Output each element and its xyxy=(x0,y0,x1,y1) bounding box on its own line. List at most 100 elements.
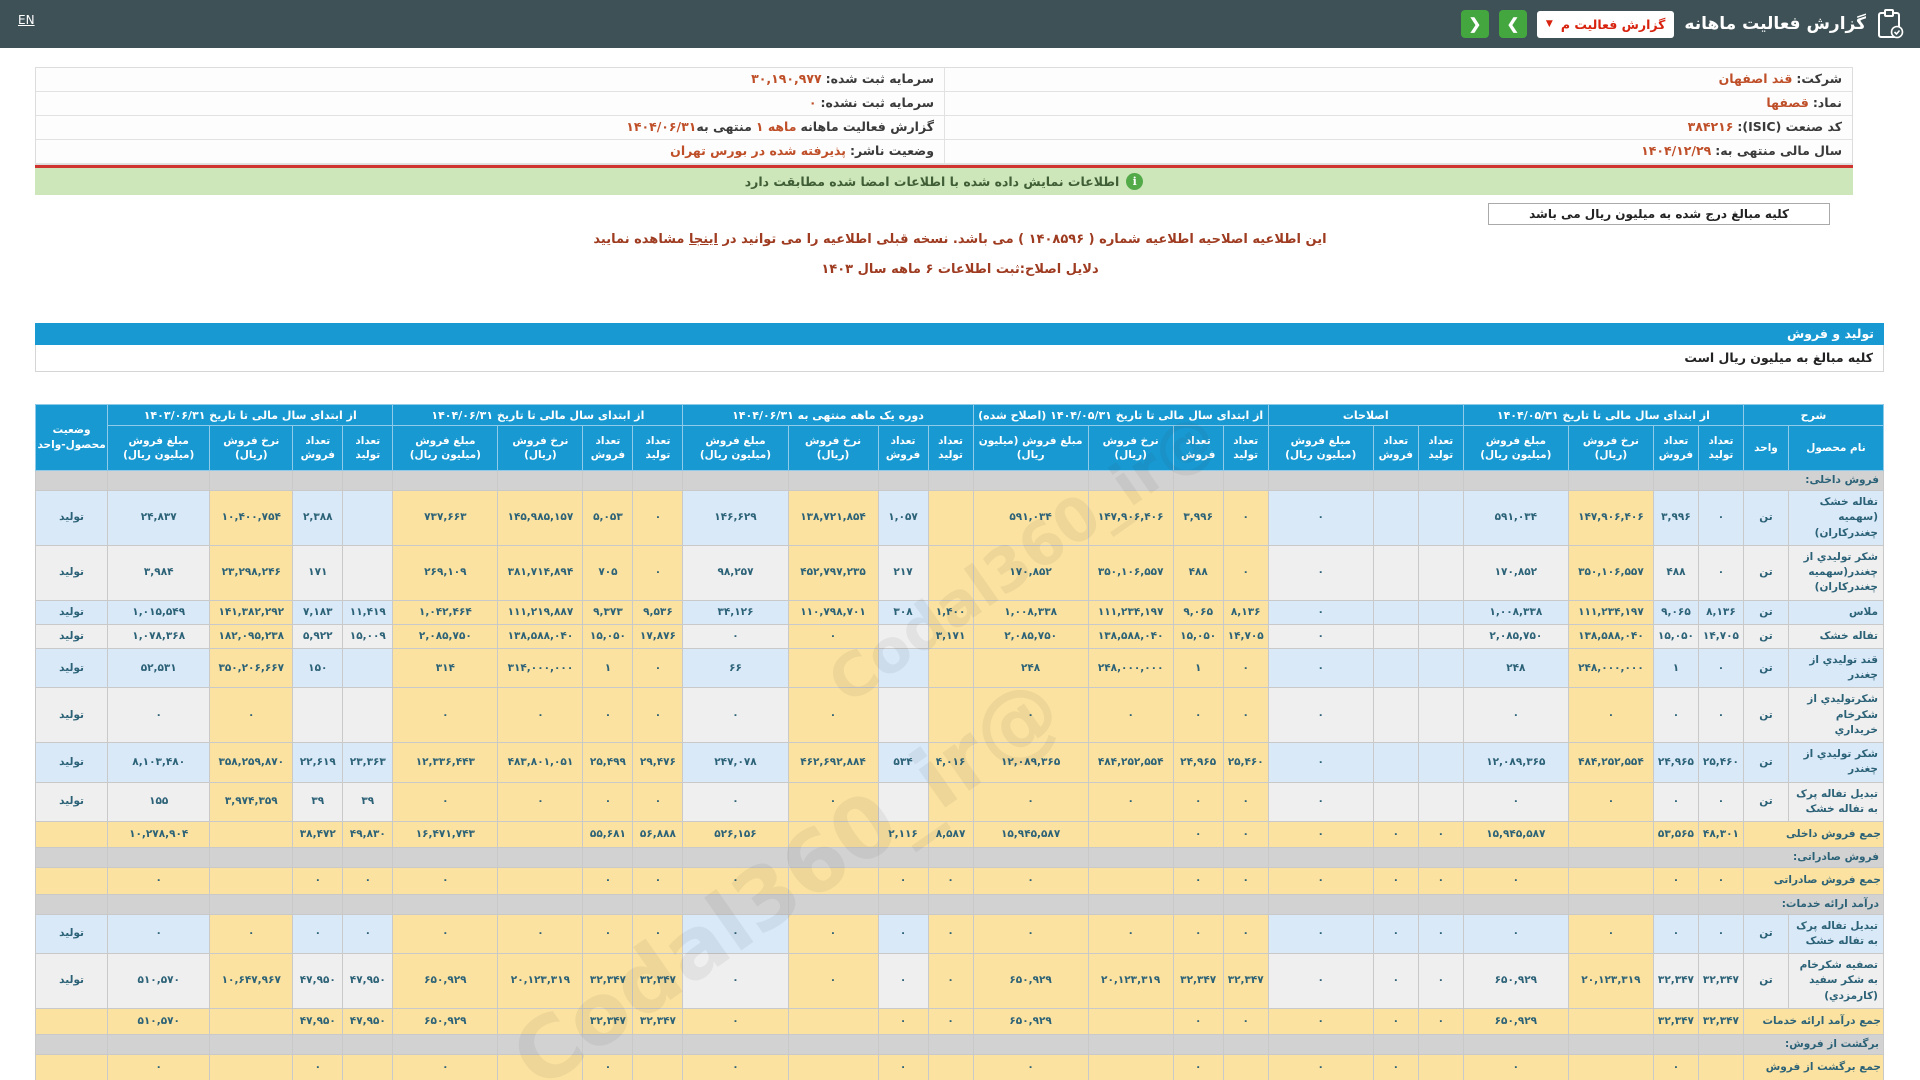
cell: ۰ xyxy=(583,782,633,821)
status-cell: تولید xyxy=(36,545,108,600)
previous-report-button[interactable]: ❮ xyxy=(1461,10,1489,38)
cell xyxy=(1568,471,1653,491)
cell xyxy=(293,848,343,868)
cell: ۰ xyxy=(210,914,293,953)
cell xyxy=(788,1008,878,1034)
cell: ۰ xyxy=(1268,600,1373,624)
cell: ۱۲,۳۳۶,۴۴۳ xyxy=(393,743,498,782)
cell: ۹,۰۶۵ xyxy=(1653,600,1698,624)
cell xyxy=(878,624,928,648)
cell: ۱۰,۶۴۷,۹۶۷ xyxy=(210,954,293,1009)
cell xyxy=(1568,821,1653,847)
cell xyxy=(683,848,788,868)
cell: ۰ xyxy=(1418,954,1463,1009)
cell xyxy=(1698,471,1743,491)
cell: ۰ xyxy=(1653,914,1698,953)
cell: ۱ xyxy=(583,648,633,687)
table-row: فروش صادراتی: xyxy=(36,848,1884,868)
cell xyxy=(1418,1035,1463,1055)
cell: ۰ xyxy=(293,868,343,894)
cell: ۰ xyxy=(878,1008,928,1034)
cell xyxy=(1373,894,1418,914)
cell: ۰ xyxy=(633,648,683,687)
cell xyxy=(928,688,973,743)
cell: ۱,۴۰۰ xyxy=(928,600,973,624)
cell xyxy=(210,1035,293,1055)
cell: ۳۸,۴۷۲ xyxy=(293,821,343,847)
cell: ۰ xyxy=(1463,688,1568,743)
previous-version-link[interactable]: اینجا xyxy=(689,232,718,247)
cell: ۱۲,۰۸۹,۳۶۵ xyxy=(1463,743,1568,782)
report-type-dropdown[interactable]: گزارش فعالیت م ▼ xyxy=(1537,11,1675,38)
cell: ۳۲,۳۴۷ xyxy=(633,954,683,1009)
cell xyxy=(1418,743,1463,782)
header-group-g0631: از ابتدای سال مالی تا تاریخ ۱۴۰۴/۰۶/۳۱ xyxy=(393,405,683,426)
cell: ۶۵۰,۹۲۹ xyxy=(1463,1008,1568,1034)
status-cell: تولید xyxy=(36,491,108,546)
cell: ۰ xyxy=(1463,914,1568,953)
header-sub-forush: تعداد فروش xyxy=(1653,426,1698,471)
cell: ۰ xyxy=(1223,545,1268,600)
cell: ۱۱۱,۲۳۴,۱۹۷ xyxy=(1088,600,1173,624)
cell: ۰ xyxy=(1268,821,1373,847)
cell xyxy=(1463,848,1568,868)
cell: ۰ xyxy=(683,688,788,743)
header-sub-mablagh: مبلغ فروش (میلیون ریال) xyxy=(1463,426,1568,471)
cell xyxy=(973,848,1088,868)
cell xyxy=(633,471,683,491)
cell xyxy=(1268,471,1373,491)
cell: ۲۰,۱۲۳,۳۱۹ xyxy=(1568,954,1653,1009)
cell: ۱۴۷,۹۰۶,۴۰۶ xyxy=(1088,491,1173,546)
cell: ۲۴,۹۶۵ xyxy=(1173,743,1223,782)
cell: ۰ xyxy=(683,954,788,1009)
cell: ۰ xyxy=(1223,914,1268,953)
cell: ۱۳۸,۵۸۸,۰۴۰ xyxy=(1568,624,1653,648)
cell: ۰ xyxy=(973,1055,1088,1080)
table-row: تصفیه شکرخام به شکر سفید (کارمزدي)تن۳۲,۳… xyxy=(36,954,1884,1009)
clipboard-report-icon xyxy=(1876,9,1904,39)
section-label: برگشت از فروش: xyxy=(1743,1035,1883,1055)
cell xyxy=(1373,782,1418,821)
cell: ۱,۰۴۲,۴۶۴ xyxy=(393,600,498,624)
cell: ۵,۰۵۳ xyxy=(583,491,633,546)
status-cell xyxy=(36,1008,108,1034)
cell: ۰ xyxy=(393,688,498,743)
cell: ۲,۳۸۸ xyxy=(293,491,343,546)
language-toggle-en[interactable]: EN xyxy=(18,13,35,27)
cell: ۱۷,۸۷۶ xyxy=(633,624,683,648)
next-report-button[interactable]: ❯ xyxy=(1499,10,1527,38)
table-row: جمع برگشت از فروش۰۰۰۰۰۰۰۰۰۰۰۰ xyxy=(36,1055,1884,1080)
cell: ۰ xyxy=(878,954,928,1009)
cell: ۹۸,۲۵۷ xyxy=(683,545,788,600)
cell: ۲۳,۲۹۸,۲۴۶ xyxy=(210,545,293,600)
cell: ۰ xyxy=(1568,914,1653,953)
cell xyxy=(1568,894,1653,914)
product-name-cell: ملاس xyxy=(1788,600,1883,624)
table-row: برگشت از فروش: xyxy=(36,1035,1884,1055)
table-row: شکرتولیدي از شکرخام خریداريتن۰۰۰۰۰۰۰۰۰۰۰… xyxy=(36,688,1884,743)
cell: ۰ xyxy=(1373,821,1418,847)
cell: ۴۵۲,۷۹۷,۲۳۵ xyxy=(788,545,878,600)
cell: ۵۵,۶۸۱ xyxy=(583,821,633,847)
header-sub-forush: تعداد فروش xyxy=(1373,426,1418,471)
cell: ۰ xyxy=(108,914,210,953)
cell xyxy=(1418,471,1463,491)
table-row: ملاستن۸,۱۳۶۹,۰۶۵۱۱۱,۲۳۴,۱۹۷۱,۰۰۸,۳۳۸۰۸,۱… xyxy=(36,600,1884,624)
cell: ۲,۰۸۵,۷۵۰ xyxy=(1463,624,1568,648)
cell: ۴۸۴,۲۵۲,۵۵۴ xyxy=(1088,743,1173,782)
cell: ۰ xyxy=(788,624,878,648)
table-row: تفاله خشک (سهمیه چغندرکاران)تن۰۳,۹۹۶۱۴۷,… xyxy=(36,491,1884,546)
cell: ۰ xyxy=(583,868,633,894)
cell xyxy=(1373,624,1418,648)
cell xyxy=(1373,545,1418,600)
cell xyxy=(498,894,583,914)
cell: ۰ xyxy=(1268,624,1373,648)
cell: ۱,۰۰۸,۳۳۸ xyxy=(1463,600,1568,624)
cell: ۰ xyxy=(1373,914,1418,953)
cell xyxy=(1173,848,1223,868)
cell: ۵۲,۵۳۱ xyxy=(108,648,210,687)
cell xyxy=(973,894,1088,914)
header-sub-mablagh: مبلغ فروش (میلیون ریال) xyxy=(108,426,210,471)
product-name-cell: شکر تولیدي از چغندر xyxy=(1788,743,1883,782)
cell xyxy=(1698,1035,1743,1055)
